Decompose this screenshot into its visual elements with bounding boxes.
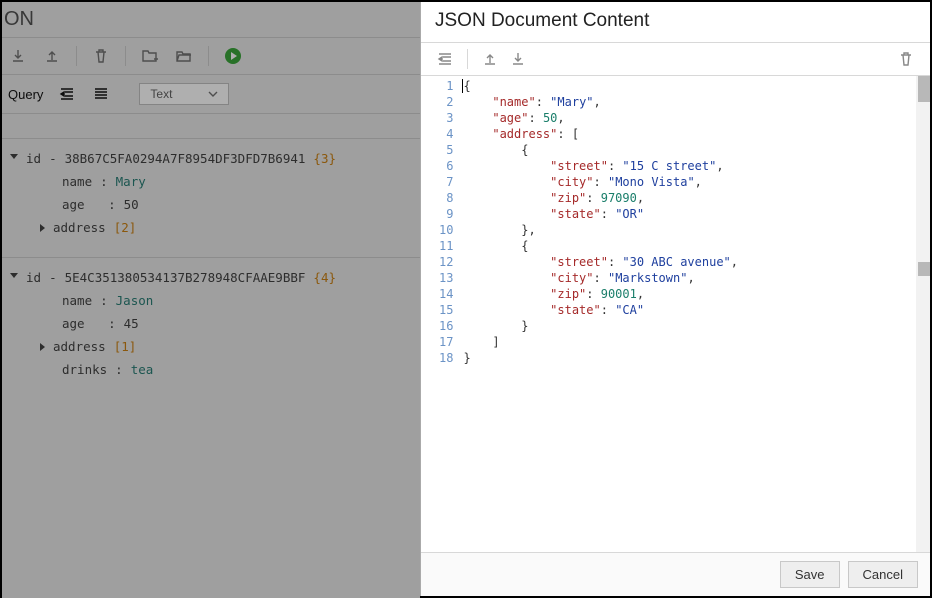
main-toolbar: [2, 37, 420, 75]
field-count: {4}: [313, 270, 336, 285]
id-key: id: [26, 270, 41, 285]
trash-icon[interactable]: [91, 46, 111, 66]
result-field: drinks:tea: [2, 358, 420, 381]
download-icon[interactable]: [508, 49, 528, 69]
outdent-icon[interactable]: [57, 84, 77, 104]
separator: [125, 46, 126, 66]
code-content[interactable]: { "name": "Mary", "age": 50, "address": …: [463, 76, 930, 552]
view-mode-value: Text: [150, 87, 172, 101]
panel-toolbar: [421, 42, 930, 76]
folder-plus-icon[interactable]: [140, 46, 160, 66]
expand-toggle-icon[interactable]: [10, 273, 18, 282]
scrollbar-thumb[interactable]: [918, 262, 930, 276]
save-button[interactable]: Save: [780, 561, 840, 588]
cancel-button[interactable]: Cancel: [848, 561, 918, 588]
page-title-fragment: ON: [2, 2, 420, 37]
result-field: age :45: [2, 312, 420, 335]
separator: [76, 46, 77, 66]
format-icon[interactable]: [435, 49, 455, 69]
panel-title: JSON Document Content: [421, 2, 930, 42]
field-count: {3}: [313, 151, 336, 166]
expand-toggle-icon[interactable]: [40, 343, 45, 351]
result-field: age :50: [2, 193, 420, 216]
json-editor-panel: JSON Document Content 123456789101112131…: [420, 2, 930, 596]
download-icon[interactable]: [8, 46, 28, 66]
secondary-toolbar: Query Text: [2, 75, 420, 114]
upload-icon[interactable]: [42, 46, 62, 66]
trash-icon[interactable]: [896, 49, 916, 69]
scrollbar-thumb[interactable]: [918, 76, 930, 102]
expand-toggle-icon[interactable]: [10, 154, 18, 163]
id-value: 5E4C351380534137B278948CFAAE9BBF: [65, 270, 306, 285]
result-field[interactable]: address[2]: [2, 216, 420, 239]
result-field[interactable]: address[1]: [2, 335, 420, 358]
result-row-header[interactable]: id - 38B67C5FA0294A7F8954DF3DFD7B6941 {3…: [2, 138, 420, 170]
id-value: 38B67C5FA0294A7F8954DF3DFD7B6941: [65, 151, 306, 166]
id-key: id: [26, 151, 41, 166]
result-row-header[interactable]: id - 5E4C351380534137B278948CFAAE9BBF {4…: [2, 257, 420, 289]
chevron-down-icon: [208, 91, 218, 97]
separator: [467, 49, 468, 69]
background-pane: ON Query Text id - 38B67C5FA0294A7F8954D…: [2, 2, 420, 598]
lines-icon[interactable]: [91, 84, 111, 104]
panel-footer: Save Cancel: [421, 552, 930, 596]
folder-open-icon[interactable]: [174, 46, 194, 66]
result-field: name:Mary: [2, 170, 420, 193]
result-field: name:Jason: [2, 289, 420, 312]
separator: [208, 46, 209, 66]
view-mode-select[interactable]: Text: [139, 83, 229, 105]
run-icon[interactable]: [223, 46, 243, 66]
code-editor[interactable]: 123456789101112131415161718 { "name": "M…: [421, 76, 930, 552]
query-label: Query: [8, 87, 43, 102]
vertical-scrollbar[interactable]: [916, 76, 930, 552]
results-content: id - 38B67C5FA0294A7F8954DF3DFD7B6941 {3…: [2, 114, 420, 381]
line-gutter: 123456789101112131415161718: [421, 76, 463, 552]
expand-toggle-icon[interactable]: [40, 224, 45, 232]
upload-icon[interactable]: [480, 49, 500, 69]
